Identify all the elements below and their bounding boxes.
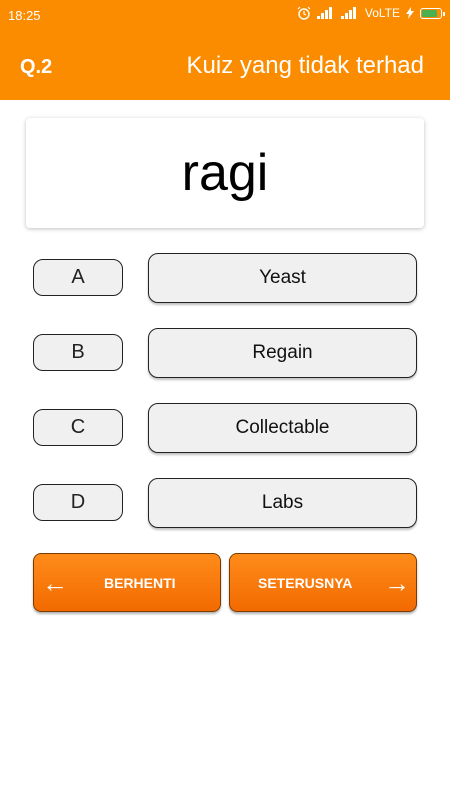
option-answer-c[interactable]: Collectable [148, 403, 417, 453]
battery-icon [420, 7, 445, 19]
question-word: ragi [181, 144, 269, 202]
next-button[interactable]: SETERUSNYA → [229, 553, 417, 612]
stop-button[interactable]: ← BERHENTI [33, 553, 221, 612]
option-letter-c[interactable]: C [33, 409, 123, 446]
question-word-card: ragi [26, 118, 424, 228]
alarm-clock-icon [297, 6, 311, 20]
arrow-left-icon: ← [42, 568, 68, 598]
question-number: Q.2 [20, 56, 53, 78]
arrow-right-icon: → [384, 568, 410, 598]
charging-icon [406, 7, 414, 19]
page-title: Kuiz yang tidak terhad [186, 52, 424, 79]
status-time: 18:25 [8, 8, 41, 23]
option-answer-b[interactable]: Regain [148, 328, 417, 378]
stop-button-label: BERHENTI [104, 575, 176, 591]
option-answer-a[interactable]: Yeast [148, 253, 417, 303]
network-label: VoLTE [364, 6, 400, 20]
option-row-b: B Regain [0, 328, 450, 378]
option-answer-d[interactable]: Labs [148, 478, 417, 528]
option-letter-b[interactable]: B [33, 334, 123, 371]
status-icons: VoLTE [297, 6, 445, 20]
signal-icon [340, 7, 356, 19]
option-letter-a[interactable]: A [33, 259, 123, 296]
option-row-c: C Collectable [0, 403, 450, 453]
signal-icon [316, 7, 332, 19]
next-button-label: SETERUSNYA [258, 575, 353, 591]
status-bar: 18:25 VoLTE [0, 0, 450, 30]
app-bar: Q.2 Kuiz yang tidak terhad [0, 30, 450, 100]
option-row-d: D Labs [0, 478, 450, 528]
option-letter-d[interactable]: D [33, 484, 123, 521]
option-row-a: A Yeast [0, 253, 450, 303]
